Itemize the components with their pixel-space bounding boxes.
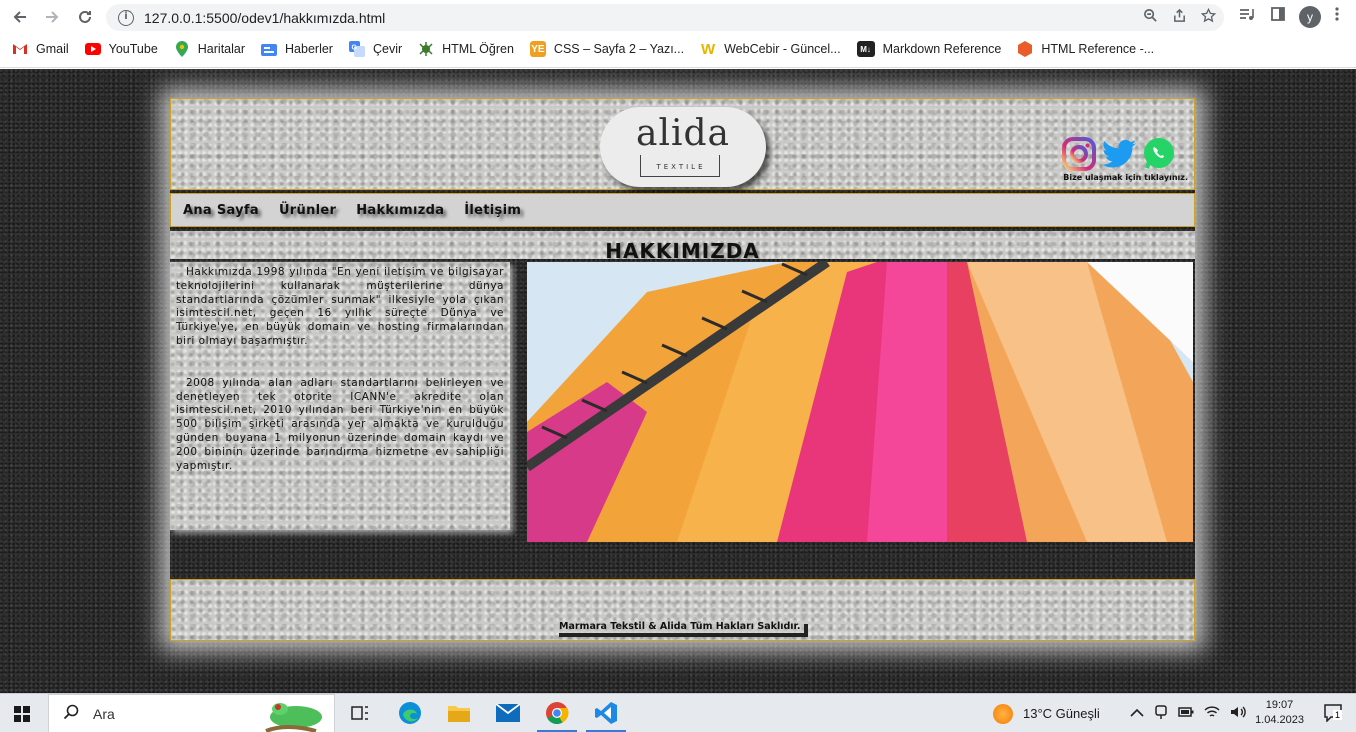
media-control-icon[interactable]: [1238, 6, 1254, 26]
frog-search-highlight-icon: [256, 697, 330, 732]
logo-frame: TEXTILE: [640, 155, 720, 177]
youtube-icon: [84, 41, 101, 57]
mail-icon[interactable]: [495, 700, 521, 726]
menu-dots-icon[interactable]: [1334, 6, 1340, 26]
side-panel-icon[interactable]: [1270, 6, 1286, 26]
webcebir-icon: W: [701, 40, 716, 58]
bookmark-webcebir[interactable]: W WebCebir - Güncel...: [692, 37, 848, 61]
weather-text: 13°C Güneşli: [1023, 706, 1100, 721]
url-text: 127.0.0.1:5500/odev1/hakkımızda.html: [144, 9, 386, 26]
css-icon: YE: [529, 41, 546, 57]
bookmark-translate[interactable]: G Çevir: [341, 37, 410, 61]
edge-icon[interactable]: [397, 700, 423, 726]
bookmark-css[interactable]: YE CSS – Sayfa 2 – Yazı...: [522, 37, 692, 61]
copyright-text: Marmara Tekstil & Alida Tüm Hakları Sakl…: [555, 620, 805, 633]
nav-ana-sayfa[interactable]: Ana Sayfa: [183, 203, 259, 218]
logo-sub: TEXTILE: [656, 163, 706, 171]
browser-toolbar: i 127.0.0.1:5500/odev1/hakkımızda.html y: [0, 0, 1356, 68]
windows-taskbar: Ara 13°C Güneşli 19:07 1.04.2023 1: [0, 693, 1356, 732]
bookmark-markdown[interactable]: M↓ Markdown Reference: [849, 37, 1010, 61]
clock-time: 19:07: [1265, 699, 1294, 711]
notification-icon[interactable]: 1: [1324, 704, 1344, 726]
vscode-icon[interactable]: [593, 700, 619, 726]
battery-icon[interactable]: [1178, 706, 1194, 721]
bookmark-html-ogren[interactable]: HTML Öğren: [410, 37, 522, 61]
chrome-icon[interactable]: [544, 700, 570, 726]
weather-widget[interactable]: 13°C Güneşli: [993, 694, 1100, 732]
address-bar[interactable]: i 127.0.0.1:5500/odev1/hakkımızda.html: [106, 4, 1224, 31]
html-ogren-icon: [418, 41, 434, 57]
sun-icon: [993, 703, 1013, 724]
chevron-up-icon[interactable]: [1130, 706, 1144, 721]
fabric-illustration: [527, 262, 1193, 542]
about-text-column: Hakkımızda 1998 yılında "En yeni iletişi…: [170, 262, 510, 530]
windows-start-icon[interactable]: [14, 706, 30, 722]
system-tray: [1130, 694, 1246, 732]
twitter-icon[interactable]: [1102, 137, 1136, 171]
logo-brand: alida: [636, 113, 730, 154]
bookmark-youtube[interactable]: YouTube: [77, 37, 166, 61]
nav-iletisim[interactable]: İletişim: [464, 203, 521, 218]
svg-text:G: G: [351, 45, 357, 52]
page-title: HAKKIMIZDA: [605, 239, 760, 263]
bookmark-html-reference[interactable]: HTML Reference -...: [1009, 37, 1162, 61]
search-icon: [63, 704, 79, 724]
page-viewport: alida TEXTILE Bize ulaşmak için tıklayın…: [0, 69, 1356, 693]
profile-avatar[interactable]: y: [1299, 6, 1321, 28]
site-info-icon[interactable]: i: [118, 9, 134, 26]
task-view-icon[interactable]: [347, 700, 373, 726]
main-navbar: Ana Sayfa Ürünler Hakkımızda İletişim: [170, 193, 1195, 227]
forward-arrow-icon[interactable]: [40, 5, 64, 29]
nav-urunler[interactable]: Ürünler: [279, 203, 336, 218]
notification-count: 1: [1333, 710, 1343, 720]
reload-icon[interactable]: [73, 5, 97, 29]
social-caption: Bize ulaşmak için tıklayınız.: [1063, 173, 1188, 182]
taskbar-clock[interactable]: 19:07 1.04.2023: [1255, 698, 1304, 728]
bookmark-news[interactable]: Haberler: [253, 37, 341, 61]
about-paragraph-2: 2008 yılında alan adları standartlarını …: [176, 376, 504, 472]
share-icon[interactable]: [1172, 8, 1187, 27]
about-paragraph-1: Hakkımızda 1998 yılında "En yeni iletişi…: [176, 266, 504, 347]
maps-icon: [174, 41, 190, 57]
volume-icon[interactable]: [1230, 705, 1246, 722]
news-icon: [261, 41, 278, 57]
clock-date: 1.04.2023: [1255, 714, 1304, 726]
whatsapp-icon[interactable]: [1142, 137, 1176, 171]
bookmarks-bar: Gmail YouTube Haritalar Haberler G Çevir: [0, 37, 1356, 61]
instagram-icon[interactable]: [1062, 137, 1096, 171]
markdown-icon: M↓: [856, 41, 875, 57]
back-arrow-icon[interactable]: [8, 5, 32, 29]
site-header: alida TEXTILE Bize ulaşmak için tıklayın…: [170, 98, 1195, 190]
social-links: Bize ulaşmak için tıklayınız.: [1054, 137, 1188, 182]
bookmark-maps[interactable]: Haritalar: [166, 37, 253, 61]
meet-now-icon[interactable]: [1154, 704, 1168, 723]
fabric-hero-image: [527, 262, 1193, 542]
translate-icon: G: [348, 41, 365, 57]
wifi-icon[interactable]: [1204, 705, 1220, 722]
search-label: Ara: [93, 705, 115, 722]
bookmark-star-icon[interactable]: [1200, 7, 1217, 27]
html-reference-icon: [1017, 41, 1033, 57]
nav-hakkimizda[interactable]: Hakkımızda: [356, 203, 444, 218]
address-bar-actions: [1143, 7, 1217, 27]
file-explorer-icon[interactable]: [446, 700, 472, 726]
alida-logo[interactable]: alida TEXTILE: [600, 107, 766, 187]
bookmark-gmail[interactable]: Gmail: [4, 37, 77, 61]
zoom-icon[interactable]: [1143, 8, 1158, 27]
taskbar-search[interactable]: Ara: [48, 694, 335, 732]
navigation-row: i 127.0.0.1:5500/odev1/hakkımızda.html y: [0, 0, 1356, 34]
social-icons: [1054, 137, 1188, 171]
gmail-icon: [12, 41, 28, 57]
site-container: alida TEXTILE Bize ulaşmak için tıklayın…: [170, 98, 1195, 641]
site-footer: Marmara Tekstil & Alida Tüm Hakları Sakl…: [170, 579, 1195, 641]
